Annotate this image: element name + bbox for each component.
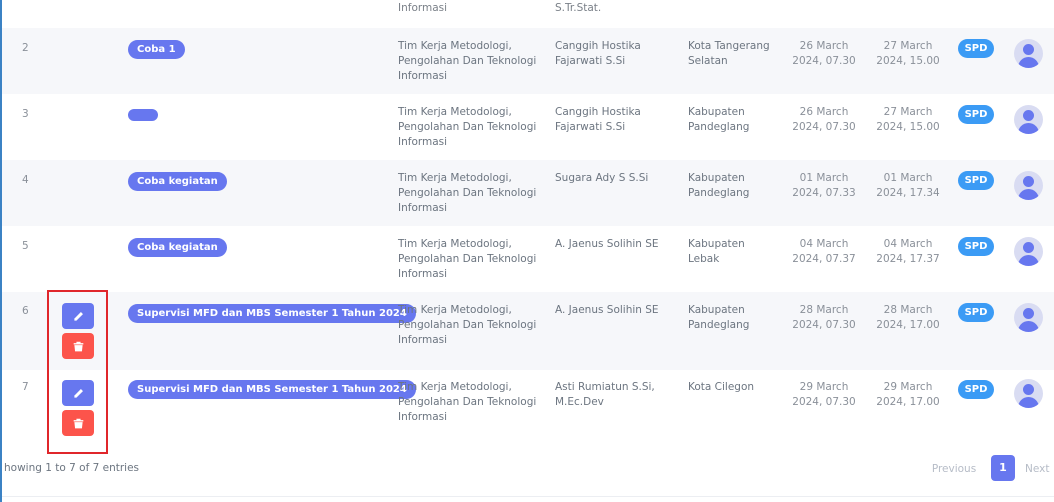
start-date-cell: 26 March 2024, 07.30 [792, 106, 856, 133]
pagination-page-1[interactable]: 1 [991, 455, 1015, 481]
end-date-cell: 04 March 2024, 17.37 [876, 238, 940, 265]
spd-button[interactable]: SPD [958, 105, 994, 124]
user-avatar-icon [1014, 237, 1043, 266]
activity-badge: Coba 1 [128, 40, 185, 59]
user-avatar-icon [1014, 39, 1043, 68]
unit-cell: Tim Kerja Metodologi, Pengolahan Dan Tek… [398, 172, 537, 214]
spd-button[interactable]: SPD [958, 380, 994, 399]
person-cell: A. Jaenus Solihin SE [555, 238, 659, 250]
spd-button[interactable]: SPD [958, 303, 994, 322]
unit-cell: Tim Kerja Metodologi, Pengolahan Dan Tek… [398, 304, 537, 346]
location-cell: Kabupaten Lebak [688, 238, 745, 265]
end-date-cell: 01 March 2024, 17.34 [876, 172, 940, 199]
spd-button[interactable]: SPD [958, 171, 994, 190]
activity-badge: Supervisi MFD dan MBS Semester 1 Tahun 2… [128, 304, 416, 323]
table-row: 4 Coba kegiatan Tim Kerja Metodologi, Pe… [2, 160, 1054, 226]
user-avatar-icon [1014, 379, 1043, 408]
activity-badge: Coba kegiatan [128, 238, 227, 257]
table-row: 3 Tim Kerja Metodologi, Pengolahan Dan T… [2, 94, 1054, 160]
partial-person: S.Tr.Stat. [555, 2, 602, 14]
end-date-cell: 27 March 2024, 15.00 [876, 106, 940, 133]
entries-info: howing 1 to 7 of 7 entries [4, 462, 140, 474]
row-number: 3 [22, 108, 29, 120]
row-number: 7 [22, 381, 29, 393]
bottom-divider [2, 496, 1054, 497]
table-row: 7 Supervisi MFD dan MBS Semester 1 Tahun… [2, 370, 1054, 448]
row-number: 6 [22, 305, 29, 317]
location-cell: Kota Cilegon [688, 381, 755, 393]
unit-cell: Tim Kerja Metodologi, Pengolahan Dan Tek… [398, 106, 537, 148]
end-date-cell: 29 March 2024, 17.00 [876, 381, 940, 408]
pagination-previous[interactable]: Previous [928, 456, 980, 482]
person-cell: Asti Rumiatun S.Si, M.Ec.Dev [555, 381, 655, 408]
pagination-next[interactable]: Next [1025, 456, 1049, 482]
partial-top-row: Informasi S.Tr.Stat. [2, 0, 1054, 28]
spd-button[interactable]: SPD [958, 39, 994, 58]
unit-cell: Tim Kerja Metodologi, Pengolahan Dan Tek… [398, 238, 537, 280]
person-cell: Canggih Hostika Fajarwati S.Si [555, 106, 641, 133]
table-row: 6 Supervisi MFD dan MBS Semester 1 Tahun… [2, 292, 1054, 370]
activity-badge: Supervisi MFD dan MBS Semester 1 Tahun 2… [128, 380, 416, 399]
row-number: 5 [22, 240, 29, 252]
table-row: 2 Coba 1 Tim Kerja Metodologi, Pengolaha… [2, 28, 1054, 94]
user-avatar-icon [1014, 105, 1043, 134]
start-date-cell: 29 March 2024, 07.30 [792, 381, 856, 408]
location-cell: Kabupaten Pandeglang [688, 304, 750, 331]
start-date-cell: 04 March 2024, 07.37 [792, 238, 856, 265]
person-cell: Sugara Ady S S.Si [555, 172, 649, 184]
row-number: 4 [22, 174, 29, 186]
location-cell: Kota Tangerang Selatan [688, 40, 770, 67]
action-buttons-highlight [47, 290, 108, 454]
row-number: 2 [22, 42, 29, 54]
start-date-cell: 01 March 2024, 07.33 [792, 172, 856, 199]
end-date-cell: 28 March 2024, 17.00 [876, 304, 940, 331]
person-cell: A. Jaenus Solihin SE [555, 304, 659, 316]
end-date-cell: 27 March 2024, 15.00 [876, 40, 940, 67]
spd-button[interactable]: SPD [958, 237, 994, 256]
activity-badge: Coba kegiatan [128, 172, 227, 191]
partial-unit: Informasi [398, 2, 448, 14]
person-cell: Canggih Hostika Fajarwati S.Si [555, 40, 641, 67]
unit-cell: Tim Kerja Metodologi, Pengolahan Dan Tek… [398, 40, 537, 82]
table-row: 5 Coba kegiatan Tim Kerja Metodologi, Pe… [2, 226, 1054, 292]
activity-badge [128, 109, 158, 121]
location-cell: Kabupaten Pandeglang [688, 172, 750, 199]
start-date-cell: 26 March 2024, 07.30 [792, 40, 856, 67]
unit-cell: Tim Kerja Metodologi, Pengolahan Dan Tek… [398, 381, 537, 423]
user-avatar-icon [1014, 303, 1043, 332]
location-cell: Kabupaten Pandeglang [688, 106, 750, 133]
user-avatar-icon [1014, 171, 1043, 200]
start-date-cell: 28 March 2024, 07.30 [792, 304, 856, 331]
